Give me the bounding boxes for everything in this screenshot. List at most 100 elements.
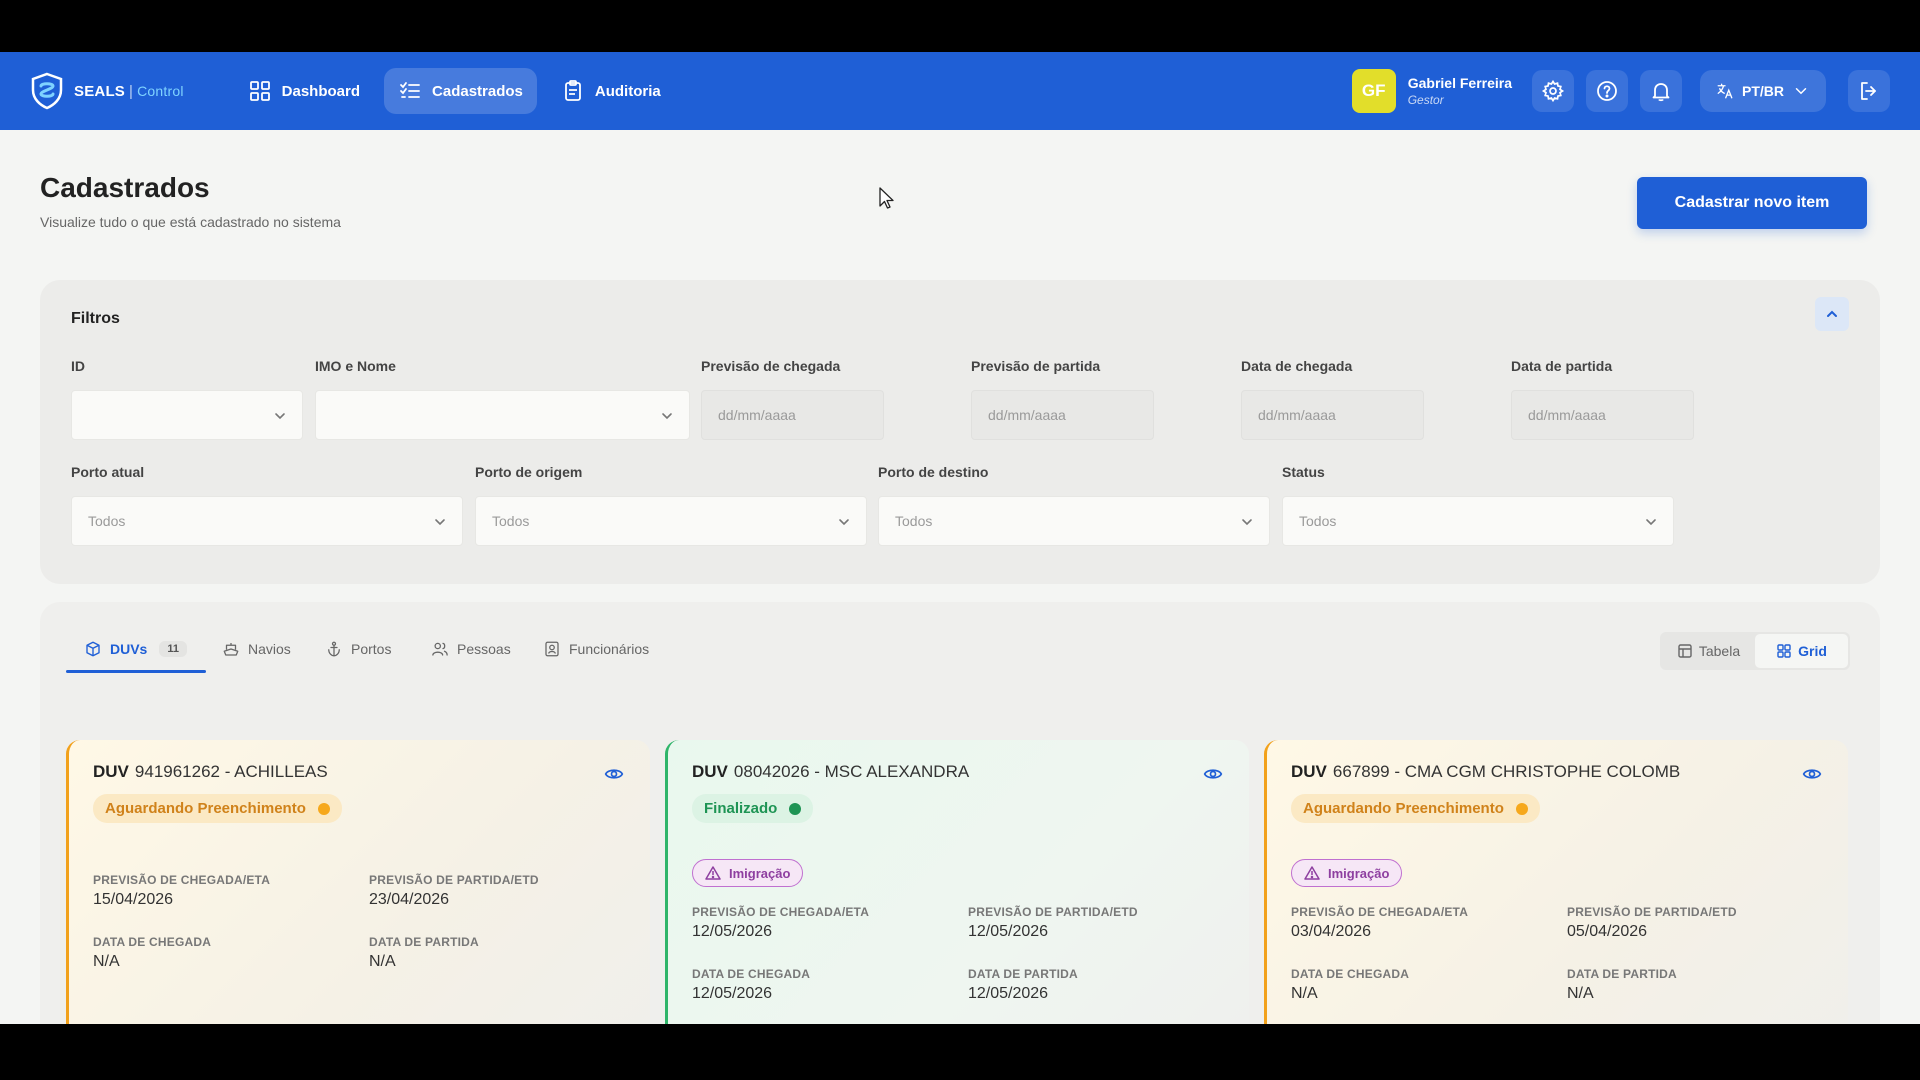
nav-auditoria-label: Auditoria <box>594 82 661 100</box>
users-icon <box>432 642 448 656</box>
avatar[interactable]: GF <box>1351 69 1396 113</box>
duv-identifier: 08042026 - MSC ALEXANDRA <box>733 762 970 781</box>
etd-filter-label: Previsão de partida <box>971 358 1101 374</box>
etd-date-input[interactable]: dd/mm/aaaa <box>971 390 1154 440</box>
id-filter-select[interactable] <box>71 390 303 440</box>
duv-card[interactable]: DUV 667899 - CMA CGM CHRISTOPHE COLOMB Ag… <box>1264 740 1848 1024</box>
chevron-down-icon <box>1795 88 1807 95</box>
add-item-button[interactable]: Cadastrar novo item <box>1637 177 1867 229</box>
filters-panel: Filtros ID IMO e Nome Previsão de chegad… <box>40 280 1880 584</box>
status-badge: Finalizado <box>692 794 814 823</box>
origin-port-select[interactable]: Todos <box>475 496 867 546</box>
letterbox-bottom <box>0 1024 1920 1080</box>
arrival-value: N/A <box>93 953 120 970</box>
cube-icon <box>86 641 100 657</box>
shield-logo-icon <box>31 72 63 110</box>
grid-view-button[interactable]: Grid <box>1755 634 1848 668</box>
tab-duvs-label: DUVs <box>110 641 148 657</box>
departure-filter-label: Data de partida <box>1511 358 1613 374</box>
grid-icon <box>1777 644 1791 658</box>
chevron-down-icon <box>839 519 849 526</box>
arrival-label: DATA DE CHEGADA <box>1291 967 1410 981</box>
letterbox-top <box>0 0 1920 52</box>
duv-identifier: 667899 - CMA CGM CHRISTOPHE COLOMB <box>1332 762 1681 781</box>
nav-dashboard-label: Dashboard <box>281 82 361 100</box>
page-title: Cadastrados <box>40 172 210 203</box>
immigration-tag: Imigração <box>692 859 804 887</box>
chevron-up-icon <box>1827 310 1837 317</box>
departure-value: 12/05/2026 <box>968 985 1049 1002</box>
departure-label: DATA DE PARTIDA <box>968 967 1078 981</box>
nav-cadastrados[interactable]: Cadastrados <box>384 68 537 114</box>
tab-portos[interactable]: Portos <box>325 640 391 658</box>
etd-value: 12/05/2026 <box>968 923 1049 940</box>
chevron-down-icon <box>435 519 445 526</box>
tab-navios[interactable]: Navios <box>222 640 291 658</box>
tab-funcionarios[interactable]: Funcionários <box>543 640 649 658</box>
ship-icon <box>223 643 239 656</box>
eye-icon[interactable] <box>1802 764 1822 784</box>
gear-icon <box>1541 79 1565 103</box>
settings-button[interactable] <box>1532 70 1574 112</box>
checklist-icon <box>400 82 420 98</box>
table-icon <box>1678 644 1692 658</box>
status-badge: Aguardando Preenchimento <box>93 794 342 823</box>
duv-card[interactable]: DUV 08042026 - MSC ALEXANDRA Finalizado I… <box>665 740 1249 1024</box>
eta-date-input[interactable]: dd/mm/aaaa <box>701 390 884 440</box>
eye-icon[interactable] <box>604 764 624 784</box>
tab-pessoas[interactable]: Pessoas <box>431 640 511 658</box>
immigration-tag: Imigração <box>1291 859 1403 887</box>
nav-auditoria[interactable]: Auditoria <box>547 68 675 114</box>
table-view-button[interactable]: Tabela <box>1662 634 1755 668</box>
dest-port-select[interactable]: Todos <box>878 496 1270 546</box>
tab-duvs[interactable]: DUVs 11 <box>84 640 187 658</box>
clipboard-icon <box>564 80 581 101</box>
status-dot <box>789 802 802 815</box>
arrival-date-input[interactable]: dd/mm/aaaa <box>1241 390 1424 440</box>
user-role: Gestor <box>1407 93 1444 107</box>
dest-port-label: Porto de destino <box>878 464 989 480</box>
help-button[interactable] <box>1586 70 1628 112</box>
translate-icon <box>1717 83 1733 99</box>
eta-filter-label: Previsão de chegada <box>701 358 841 374</box>
brand-name: SEALS <box>74 82 126 100</box>
bell-icon <box>1652 83 1670 102</box>
duv-identifier: 941961262 - ACHILLEAS <box>134 762 328 781</box>
language-selector[interactable]: PT/BR <box>1700 70 1826 112</box>
dashboard-grid-icon <box>249 81 270 101</box>
nav-cadastrados-label: Cadastrados <box>432 82 523 100</box>
id-badge-icon <box>545 641 559 657</box>
imo-filter-label: IMO e Nome <box>315 358 396 374</box>
warning-triangle-icon <box>1304 866 1320 880</box>
imo-filter-select[interactable] <box>315 390 690 440</box>
tab-navios-label: Navios <box>248 641 291 657</box>
logout-button[interactable] <box>1848 70 1890 112</box>
tab-funcionarios-label: Funcionários <box>569 641 650 657</box>
page-subtitle: Visualize tudo o que está cadastrado no … <box>40 214 341 230</box>
chevron-down-icon <box>662 413 672 420</box>
results-panel: DUVs 11 Navios Portos Pessoas Funcionári… <box>40 602 1880 1024</box>
grid-view-label: Grid <box>1798 643 1827 659</box>
id-filter-label: ID <box>71 358 85 374</box>
brand-logo[interactable]: SEALS | Control <box>30 72 184 110</box>
departure-value: N/A <box>1567 985 1594 1002</box>
duv-dates: PREVISÃO DE CHEGADA/ETA 03/04/2026 PREVIS… <box>1291 905 1824 1003</box>
departure-value: N/A <box>369 953 396 970</box>
duv-card-title: DUV 08042026 - MSC ALEXANDRA <box>692 762 1225 782</box>
nav-dashboard[interactable]: Dashboard <box>234 68 374 114</box>
chevron-down-icon <box>1242 519 1252 526</box>
status-badge-label: Finalizado <box>704 800 778 817</box>
departure-date-input[interactable]: dd/mm/aaaa <box>1511 390 1694 440</box>
departure-label: DATA DE PARTIDA <box>1567 967 1677 981</box>
anchor-icon <box>328 641 340 657</box>
eye-icon[interactable] <box>1203 764 1223 784</box>
duv-card[interactable]: DUV 941961262 - ACHILLEAS Aguardando Pree… <box>66 740 650 1024</box>
immigration-tag-label: Imigração <box>729 865 791 881</box>
collapse-filters-button[interactable] <box>1815 297 1849 331</box>
eta-label: PREVISÃO DE CHEGADA/ETA <box>692 905 870 919</box>
notifications-button[interactable] <box>1640 70 1682 112</box>
user-info[interactable]: Gabriel Ferreira Gestor <box>1408 75 1512 107</box>
status-select[interactable]: Todos <box>1282 496 1674 546</box>
current-port-select[interactable]: Todos <box>71 496 463 546</box>
etd-label: PREVISÃO DE PARTIDA/ETD <box>369 873 539 887</box>
